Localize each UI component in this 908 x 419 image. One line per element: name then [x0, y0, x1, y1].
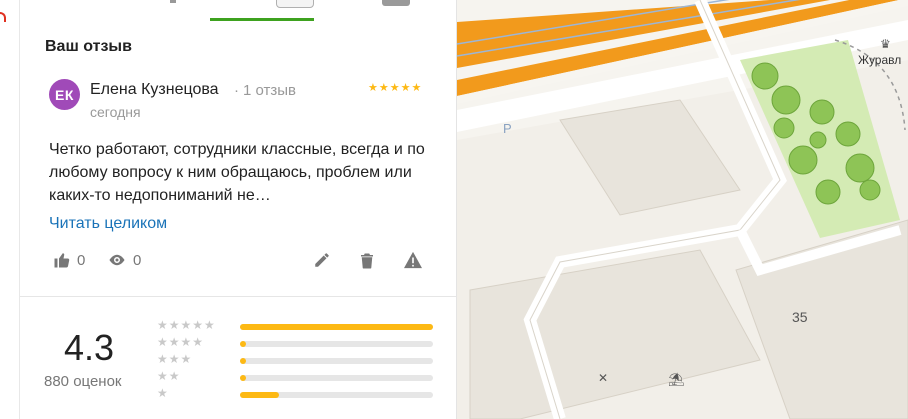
review-text: Четко работают, сотрудники классные, все…	[49, 141, 425, 204]
tab-button-secondary[interactable]	[382, 0, 410, 6]
map-place-label[interactable]: Журавл	[858, 53, 901, 67]
edit-button[interactable]	[313, 251, 331, 269]
rating-count: 880 оценок	[44, 373, 122, 390]
author-review-count: · 1 отзыв	[234, 82, 297, 99]
eye-icon	[109, 254, 125, 266]
trash-icon	[361, 253, 373, 269]
author-meta-text: 1 отзыв	[243, 82, 297, 99]
section-divider	[20, 296, 456, 297]
section-title: Ваш отзыв	[45, 38, 132, 55]
like-count: 0	[77, 251, 86, 269]
thumbs-up-icon	[54, 253, 70, 268]
rating-bar-2: ★★	[157, 369, 456, 385]
views-count: 0	[133, 251, 142, 269]
rating-bar-fill	[240, 341, 246, 347]
map-house-number: 35	[792, 309, 808, 325]
red-indicator-icon	[0, 12, 6, 22]
rating-bar-stars: ★★★	[157, 352, 193, 366]
rating-bar-track	[240, 341, 433, 347]
rating-bar-fill	[240, 375, 246, 381]
svg-text:✕: ✕	[598, 371, 608, 385]
like-button[interactable]: 0	[53, 251, 85, 269]
rating-bar-track	[240, 324, 433, 330]
rating-bar-track	[240, 375, 433, 381]
left-strip	[0, 0, 19, 419]
tab-fragment	[170, 0, 176, 3]
rating-bar-stars: ★★	[157, 369, 181, 383]
rating-bar-fill	[240, 392, 279, 398]
rating-bar-stars: ★	[157, 386, 169, 400]
review-stars: ★★★★★	[368, 82, 423, 94]
svg-text:⛱: ⛱	[668, 372, 685, 387]
rating-bar-1: ★	[157, 386, 456, 402]
svg-text:♛: ♛	[880, 37, 891, 51]
read-more-link[interactable]: Читать целиком	[49, 215, 167, 233]
review-date: сегодня	[90, 104, 141, 120]
rating-bar-3: ★★★	[157, 352, 456, 368]
author-name[interactable]: Елена Кузнецова	[90, 81, 219, 99]
tab-button[interactable]	[276, 0, 314, 8]
rating-bar-track	[240, 358, 433, 364]
review-actions: 0 0	[49, 251, 429, 275]
views-counter: 0	[107, 251, 141, 269]
active-tab-indicator	[210, 18, 314, 21]
report-button[interactable]	[403, 251, 423, 269]
rating-bar-stars: ★★★★	[157, 335, 205, 349]
rating-score: 4.3	[64, 327, 115, 368]
rating-bar-fill	[240, 324, 433, 330]
rating-bar-stars: ★★★★★	[157, 318, 216, 332]
rating-bar-fill	[240, 358, 246, 364]
review-panel: Ваш отзыв ЕК Елена Кузнецова · 1 отзыв се…	[19, 0, 457, 419]
rating-bar-track	[240, 392, 433, 398]
delete-button[interactable]	[358, 251, 376, 271]
map-parking-label: P	[503, 121, 512, 136]
rating-bar-5: ★★★★★	[157, 318, 456, 334]
pencil-icon	[315, 253, 329, 267]
avatar[interactable]: ЕК	[49, 79, 80, 110]
warning-icon	[404, 251, 422, 269]
rating-bar-4: ★★★★	[157, 335, 456, 351]
